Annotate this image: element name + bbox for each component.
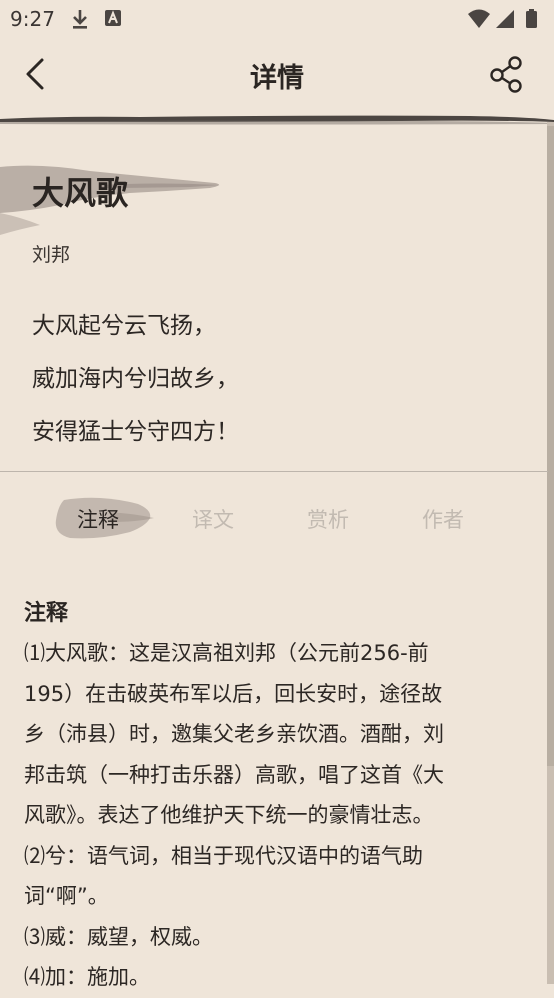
signal-icon [496,10,514,28]
poem-title: 大风歌 [32,174,129,212]
poem-author[interactable]: 刘邦 [32,240,70,267]
annotation-content: 注释 ⑴大风歌：这是汉高祖刘邦（公元前256-前 195）在击破英布军以后，回长… [24,595,524,998]
poem-line: 安得猛士兮守四方！ [32,419,239,445]
note-line: ⑶威：威望，权威。 [24,924,213,949]
share-icon [490,56,522,93]
wifi-icon [468,9,490,28]
note-line: 词“啊”。 [24,884,109,908]
app-bar: 详情 [0,38,554,110]
battery-icon [526,9,537,28]
poem-body: 大风起兮云飞扬， 威加海内兮归故乡， 安得猛士兮守四方！ [32,300,239,459]
download-icon [70,8,90,34]
status-indicators [466,8,546,30]
share-button[interactable] [488,54,528,94]
status-time: 9:27 [10,7,55,31]
note-line: 乡（沛县）时，邀集父老乡亲饮酒。酒酣，刘 [24,722,444,746]
tab-translation[interactable]: 译文 [173,504,253,534]
note-line: ⑵兮：语气词，相当于现代汉语中的语气助 [24,843,423,868]
detail-tabs: 注释 译文 赏析 作者 [0,490,548,546]
tab-appreciation[interactable]: 赏析 [288,504,368,534]
scrollbar-thumb[interactable] [547,126,554,766]
poem-line: 威加海内兮归故乡， [32,366,239,392]
a-badge-icon [104,8,122,32]
poem-line: 大风起兮云飞扬， [32,313,216,339]
note-line: ⑷加：施加。 [24,965,150,989]
note-line: 195）在击破英布军以后，回长安时，途径故 [24,681,443,706]
brush-divider [0,115,554,125]
note-line: 风歌》。表达了他维护天下统一的豪情壮志。 [24,803,434,827]
tab-notes[interactable]: 注释 [58,504,138,534]
page-title: 详情 [250,63,304,94]
section-divider [0,471,548,472]
section-heading: 注释 [24,601,69,626]
tab-author[interactable]: 作者 [403,504,483,534]
note-line: 邦击筑（一种打击乐器）高歌，唱了这首《大 [24,762,444,787]
note-line: ⑴大风歌：这是汉高祖刘邦（公元前256-前 [24,641,429,665]
status-bar: 9:27 [0,0,554,38]
